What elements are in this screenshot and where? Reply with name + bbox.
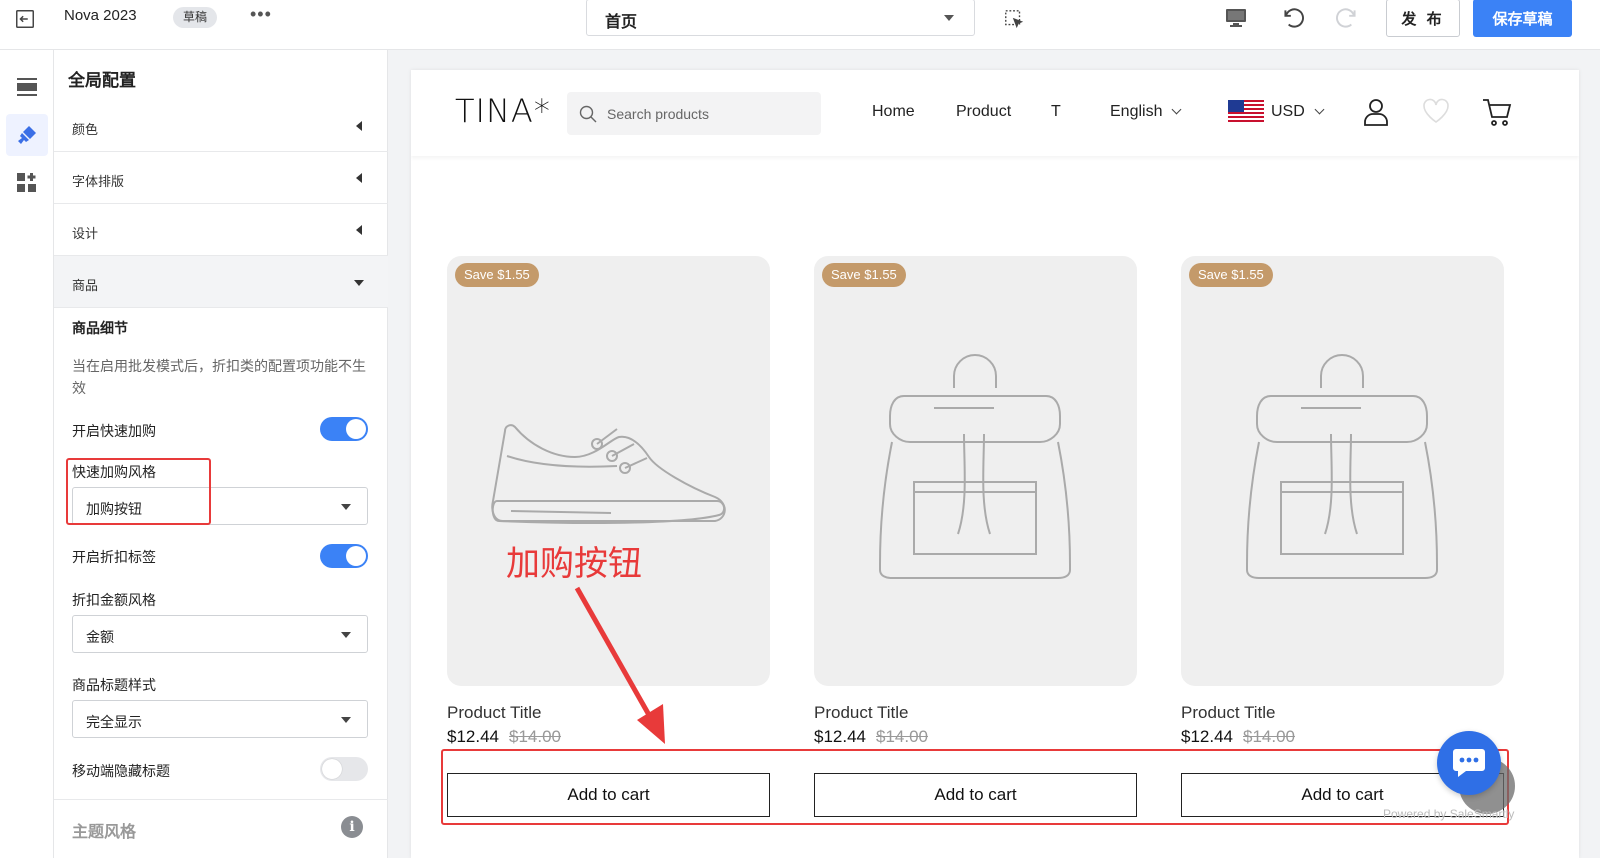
annotation-highlight-box (66, 458, 211, 525)
publish-button[interactable]: 发 布 (1386, 0, 1460, 37)
save-badge: Save $1.55 (1189, 263, 1273, 287)
annotation-highlight-box (441, 749, 1509, 825)
apps-icon (17, 173, 36, 192)
discount-tag-label: 开启折扣标签 (72, 549, 156, 565)
desktop-icon[interactable] (1224, 6, 1248, 30)
product-detail-title: 商品细节 (72, 320, 128, 336)
mobile-hide-title-label: 移动端隐藏标题 (72, 763, 170, 779)
rail-item-sections[interactable] (6, 66, 48, 108)
search-icon (579, 105, 597, 123)
icon-rail (0, 50, 54, 858)
chevron-down-icon (1171, 104, 1182, 115)
draft-badge: 草稿 (173, 7, 218, 28)
language-selector[interactable]: English (1110, 103, 1162, 121)
discount-style-label: 折扣金额风格 (72, 592, 156, 608)
settings-panel: 全局配置 颜色 字体排版 设计 商品 商品细节 当在启用批发模式后，折扣类的配置… (54, 50, 388, 858)
accordion-label: 设计 (72, 226, 99, 241)
save-draft-button[interactable]: 保存草稿 (1473, 0, 1572, 37)
select-value: 完全显示 (86, 714, 142, 730)
discount-tag-toggle[interactable] (320, 544, 368, 568)
nav-t[interactable]: T (1051, 103, 1061, 121)
product-title[interactable]: Product Title (814, 703, 909, 723)
product-compare-price: $14.00 (876, 727, 928, 746)
product-image[interactable]: Save $1.55 (814, 256, 1137, 686)
chevron-left-icon (356, 173, 362, 183)
chat-widget-button[interactable] (1437, 731, 1501, 795)
save-badge: Save $1.55 (822, 263, 906, 287)
accordion-design[interactable]: 设计 (54, 204, 388, 256)
redo-icon[interactable] (1334, 5, 1360, 31)
brush-icon (18, 126, 36, 144)
search-input[interactable]: Search products (567, 92, 821, 135)
chevron-down-icon (354, 280, 364, 286)
quick-add-label: 开启快速加购 (72, 423, 156, 439)
quick-add-toggle[interactable] (320, 417, 368, 441)
accordion-products[interactable]: 商品 (54, 256, 388, 308)
undo-icon[interactable] (1280, 5, 1306, 31)
more-icon[interactable]: ••• (250, 4, 272, 25)
divider (54, 799, 388, 800)
backpack-placeholder-icon (1246, 354, 1438, 579)
chevron-left-icon (356, 225, 362, 235)
store-name: Nova 2023 (64, 7, 137, 24)
page-selector[interactable]: 首页 (586, 0, 975, 36)
nav-home[interactable]: Home (872, 103, 915, 121)
powered-by-text: Powered by SaleSmartly (1383, 807, 1515, 821)
product-price: $12.44 (1181, 727, 1233, 746)
cart-icon[interactable] (1481, 97, 1513, 127)
select-value: 金额 (86, 629, 114, 645)
chevron-down-icon (1314, 104, 1325, 115)
accordion-label: 商品 (72, 278, 99, 293)
accordion-typography[interactable]: 字体排版 (54, 152, 388, 204)
store-header: TINA* Search products Home Product T Eng… (411, 70, 1579, 156)
discount-style-select[interactable]: 金额 (72, 615, 368, 653)
rail-item-apps[interactable] (6, 162, 48, 204)
annotation-label: 加购按钮 (506, 544, 642, 584)
product-compare-price: $14.00 (509, 727, 561, 746)
currency-selector[interactable]: USD (1271, 103, 1305, 121)
annotation-arrow-icon (574, 586, 665, 744)
chevron-left-icon (356, 121, 362, 131)
exit-icon[interactable] (14, 8, 36, 30)
search-placeholder: Search products (607, 106, 709, 122)
chevron-down-icon (341, 632, 351, 638)
editor-topbar: Nova 2023 草稿 ••• 首页 发 布 保存草稿 (0, 0, 1600, 50)
chat-icon (1453, 749, 1485, 777)
us-flag-icon (1228, 100, 1264, 124)
product-detail-desc: 当在启用批发模式后，折扣类的配置项功能不生效 (72, 358, 366, 396)
element-select-icon[interactable] (1003, 8, 1025, 30)
store-preview: TINA* Search products Home Product T Eng… (411, 70, 1579, 858)
panel-title: 全局配置 (68, 71, 136, 90)
backpack-placeholder-icon (879, 354, 1071, 579)
chevron-down-icon (341, 717, 351, 723)
heart-icon[interactable] (1421, 97, 1451, 125)
theme-style-title[interactable]: 主题风格 (72, 818, 136, 842)
mobile-hide-title-toggle[interactable] (320, 757, 368, 781)
layout-sections-icon (17, 78, 37, 96)
accordion-label: 字体排版 (72, 174, 125, 189)
store-logo[interactable]: TINA* (455, 92, 551, 130)
rail-item-theme-settings[interactable] (6, 114, 48, 156)
product-title[interactable]: Product Title (1181, 703, 1276, 723)
product-price: $12.44 (814, 727, 866, 746)
product-title[interactable]: Product Title (447, 703, 542, 723)
user-icon[interactable] (1362, 97, 1390, 127)
save-badge: Save $1.55 (455, 263, 539, 287)
chevron-down-icon (944, 15, 954, 21)
accordion-colors[interactable]: 颜色 (54, 100, 388, 152)
page-selector-value: 首页 (605, 14, 638, 31)
nav-product[interactable]: Product (956, 103, 1011, 121)
chevron-down-icon (341, 504, 351, 510)
info-icon[interactable]: i (341, 816, 363, 838)
title-style-label: 商品标题样式 (72, 677, 156, 693)
title-style-select[interactable]: 完全显示 (72, 700, 368, 738)
product-compare-price: $14.00 (1243, 727, 1295, 746)
product-price: $12.44 (447, 727, 499, 746)
product-image[interactable]: Save $1.55 (1181, 256, 1504, 686)
accordion-label: 颜色 (72, 122, 99, 137)
